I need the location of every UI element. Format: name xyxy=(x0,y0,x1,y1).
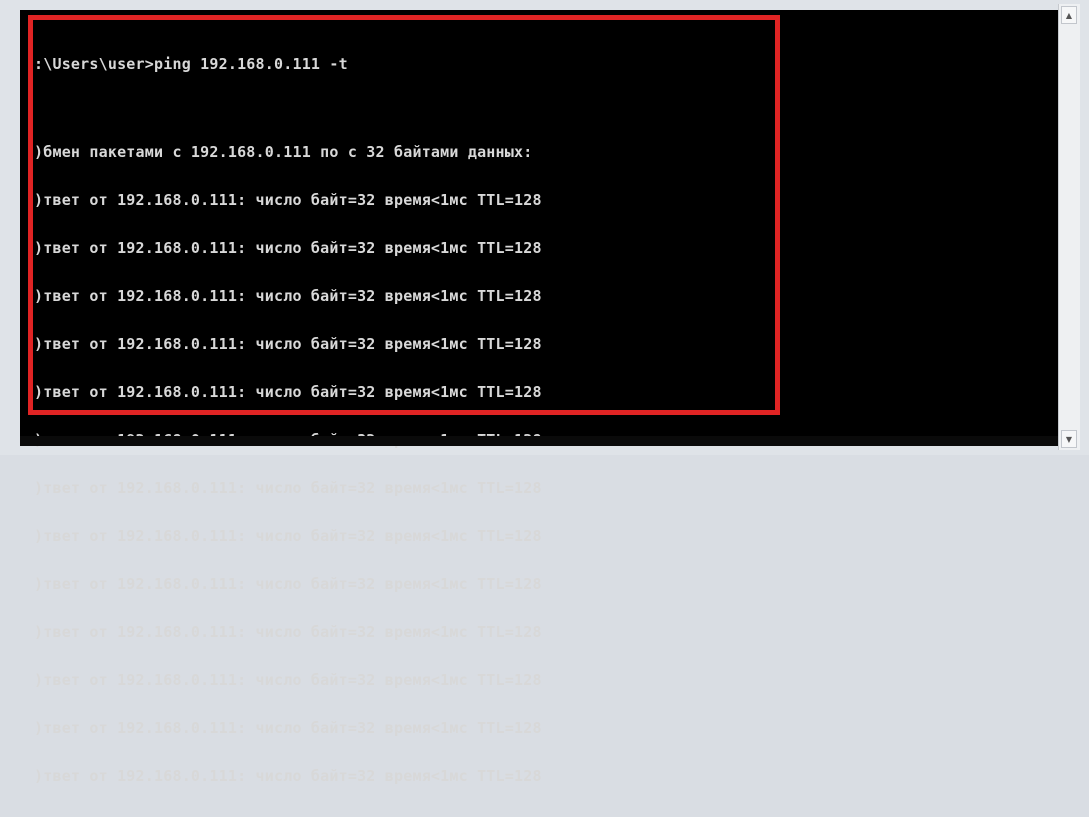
ping-reply-line: )твет от 192.168.0.111: число байт=32 вр… xyxy=(34,767,542,785)
ping-header-line: )бмен пакетами с 192.168.0.111 по с 32 б… xyxy=(34,143,533,161)
ping-reply-line: )твет от 192.168.0.111: число байт=32 вр… xyxy=(34,191,542,209)
console-bottom-edge xyxy=(20,436,1058,446)
console-output-area[interactable]: :\Users\user>ping 192.168.0.111 -t )бмен… xyxy=(20,10,1058,784)
ping-reply-line: )твет от 192.168.0.111: число байт=32 вр… xyxy=(34,527,542,545)
ping-reply-line: )твет от 192.168.0.111: число байт=32 вр… xyxy=(34,287,542,305)
ping-reply-line: )твет от 192.168.0.111: число байт=32 вр… xyxy=(34,335,542,353)
command-prompt-window: :\Users\user>ping 192.168.0.111 -t )бмен… xyxy=(0,0,1089,784)
console-text: :\Users\user>ping 192.168.0.111 -t )бмен… xyxy=(34,24,542,816)
scroll-down-arrow-icon[interactable]: ▼ xyxy=(1061,430,1077,448)
command-line: :\Users\user>ping 192.168.0.111 -t xyxy=(34,55,348,73)
ping-reply-line: )твет от 192.168.0.111: число байт=32 вр… xyxy=(34,671,542,689)
ping-reply-line: )твет от 192.168.0.111: число байт=32 вр… xyxy=(34,383,542,401)
ping-reply-line: )твет от 192.168.0.111: число байт=32 вр… xyxy=(34,575,542,593)
ping-reply-line: )твет от 192.168.0.111: число байт=32 вр… xyxy=(34,239,542,257)
scroll-up-arrow-icon[interactable]: ▲ xyxy=(1061,6,1077,24)
ping-reply-line: )твет от 192.168.0.111: число байт=32 вр… xyxy=(34,719,542,737)
ping-reply-line: )твет от 192.168.0.111: число байт=32 вр… xyxy=(34,479,542,497)
vertical-scrollbar[interactable]: ▲ ▼ xyxy=(1058,4,1080,450)
ping-reply-line: )твет от 192.168.0.111: число байт=32 вр… xyxy=(34,623,542,641)
